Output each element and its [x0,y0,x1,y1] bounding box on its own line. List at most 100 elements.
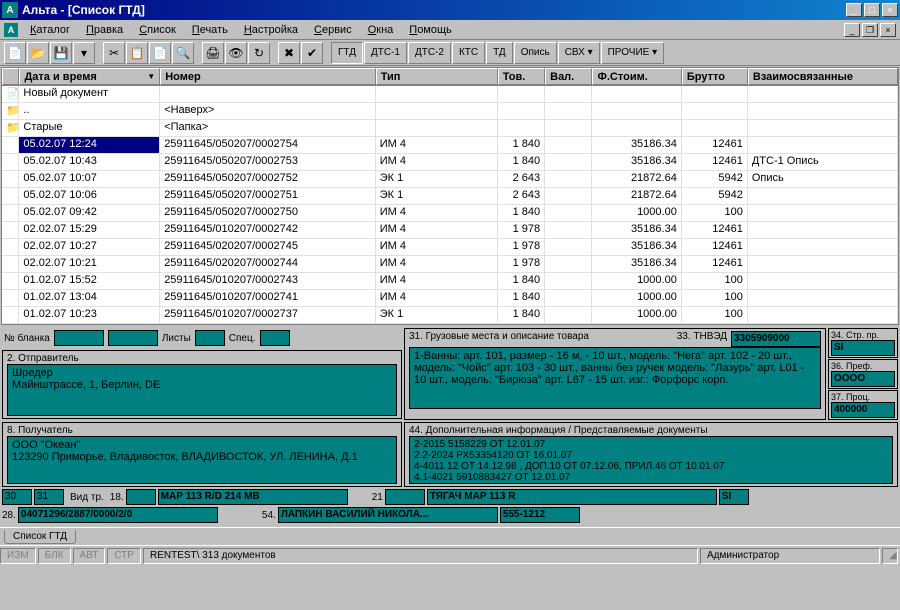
tnved-label: 33. ТНВЭД [677,331,727,347]
toolbtn-Опись[interactable]: Опись [514,42,557,64]
spec-field[interactable] [260,330,290,346]
menu-печать[interactable]: Печать [184,22,236,38]
menubar: А КаталогПравкаСписокПечатьНастройкаСерв… [0,20,900,40]
table-row[interactable]: 📄Новый документ [2,86,898,103]
goods-box: 31. Грузовые места и описание товара 33.… [404,328,826,420]
recipient-value[interactable]: ООО "Океан" 123290 Приморье, Владивосток… [7,436,397,484]
status-ИЗМ: ИЗМ [0,548,36,564]
table-row[interactable]: 02.02.07 10:2725911645/020207/0002745ИМ … [2,239,898,256]
toolbtn-ТД[interactable]: ТД [486,42,513,64]
pref-value[interactable]: ОООО [831,371,895,387]
table-row[interactable]: 05.02.07 10:0625911645/050207/0002751ЭК … [2,188,898,205]
up-icon: 📁 [6,105,19,117]
mdi-minimize-button[interactable]: _ [844,23,860,37]
save-icon[interactable]: 💾 [50,42,72,64]
table-row[interactable]: 01.02.07 15:5225911645/010207/0002743ИМ … [2,273,898,290]
resize-grip[interactable]: ◢ [882,548,898,564]
toolbtn-ДТС-1[interactable]: ДТС-1 [364,42,407,64]
blank-field-2[interactable] [108,330,158,346]
find-icon[interactable]: 🔍 [172,42,194,64]
col-1[interactable]: Дата и время▼ [19,68,160,85]
field-18-value[interactable]: МАР 113 R/D 214 МВ [158,489,348,505]
mdi-restore-button[interactable]: ❐ [862,23,878,37]
minimize-button[interactable]: _ [846,3,862,17]
refresh-icon[interactable]: ↻ [248,42,270,64]
menu-каталог[interactable]: Каталог [22,22,78,38]
menu-помощь[interactable]: Помощь [401,22,460,38]
sheets-label: Листы [162,333,191,344]
preview-icon[interactable]: 👁 [225,42,247,64]
field-54-name[interactable]: ЛАПКИН ВАСИЛИЙ НИКОЛА... [278,507,498,523]
toolbtn-ГТД[interactable]: ГТД [331,42,363,64]
col-2[interactable]: Номер [160,68,375,85]
delete-icon[interactable]: ✖ [278,42,300,64]
close-button[interactable]: × [882,3,898,17]
app-icon: А [2,2,18,18]
menu-сервис[interactable]: Сервис [306,22,360,38]
table-row[interactable]: 02.02.07 10:2125911645/020207/0002744ИМ … [2,256,898,273]
menu-правка[interactable]: Правка [78,22,131,38]
blank-label: № бланка [4,333,50,344]
table-row[interactable]: 01.02.07 10:2325911645/010207/0002737ЭК … [2,307,898,324]
field-54-phone[interactable]: 555-1212 [500,507,580,523]
country-box: 34. Стр. пр.SI [828,328,898,358]
print-icon[interactable]: 🖨 [202,42,224,64]
grid-header: Дата и время▼НомерТипТов.Вал.Ф.Стоим.Бру… [2,68,898,86]
toolbtn-КТС[interactable]: КТС [452,42,485,64]
field-21a[interactable] [385,489,425,505]
menu-настройка[interactable]: Настройка [236,22,306,38]
table-row[interactable]: 📁..<Наверх> [2,103,898,120]
toolbtn-ПРОЧИЕ ▾[interactable]: ПРОЧИЕ ▾ [601,42,665,64]
table-row[interactable]: 05.02.07 12:2425911645/050207/0002754ИМ … [2,137,898,154]
field-21-value[interactable]: ТЯГАЧ МАР 113 R [427,489,717,505]
menu-список[interactable]: Список [131,22,184,38]
mdi-icon[interactable]: А [4,23,18,37]
field-18a[interactable] [126,489,156,505]
vid-label: Вид тр. [70,492,104,503]
recipient-box: 8. Получатель ООО "Океан" 123290 Приморь… [2,422,402,487]
proc-value[interactable]: 400000 [831,402,895,418]
cut-icon[interactable]: ✂ [103,42,125,64]
check-icon[interactable]: ✔ [301,42,323,64]
titlebar: А Альта - [Список ГТД] _ □ × [0,0,900,20]
addinfo-value[interactable]: 2-2015 5158229 ОТ 12.01.07 2.2-2024 РХ53… [409,436,893,484]
table-row[interactable]: 02.02.07 15:2925911645/010207/0002742ИМ … [2,222,898,239]
data-grid[interactable]: Дата и время▼НомерТипТов.Вал.Ф.Стоим.Бру… [1,67,899,325]
copy-icon[interactable]: 📋 [126,42,148,64]
col-0[interactable] [2,68,19,85]
sheets-field[interactable] [195,330,225,346]
sender-value[interactable]: Шредер Майнштрассе, 1, Берлин, DE [7,364,397,416]
field-31[interactable]: 31 [34,489,64,505]
open-icon[interactable]: 📂 [27,42,49,64]
label-18: 18. [110,492,124,503]
col-4[interactable]: Тов. [498,68,545,85]
toolbtn-СВХ ▾[interactable]: СВХ ▾ [558,42,600,64]
table-row[interactable]: 📁Старые<Папка> [2,120,898,137]
mdi-close-button[interactable]: × [880,23,896,37]
tab-list[interactable]: Список ГТД [4,530,76,544]
label-28: 28. [2,510,16,521]
col-8[interactable]: Взаимосвязанные [748,68,898,85]
paste-icon[interactable]: 📄 [149,42,171,64]
new-icon[interactable]: 📄 [4,42,26,64]
col-7[interactable]: Брутто [682,68,748,85]
table-row[interactable]: 01.02.07 13:0425911645/010207/0002741ИМ … [2,290,898,307]
field-28-value[interactable]: 04071296/2887/0000/2/0 [18,507,218,523]
country-value[interactable]: SI [831,340,895,356]
col-3[interactable]: Тип [376,68,498,85]
goods-value[interactable]: 1-Ванны: арт. 101, размер - 16 м, - 10 ш… [409,347,821,409]
blank-field[interactable] [54,330,104,346]
table-row[interactable]: 05.02.07 09:4225911645/050207/0002750ИМ … [2,205,898,222]
tnved-value[interactable]: 3305909000 [731,331,821,347]
toolbtn-ДТС-2[interactable]: ДТС-2 [408,42,451,64]
col-5[interactable]: Вал. [545,68,592,85]
maximize-button[interactable]: □ [864,3,880,17]
save-dropdown-icon[interactable]: ▾ [73,42,95,64]
statusbar: ИЗМБЛКАВТСТР RENTEST\ 313 документов Адм… [0,545,900,565]
table-row[interactable]: 05.02.07 10:4325911645/050207/0002753ИМ … [2,154,898,171]
menu-окна[interactable]: Окна [360,22,402,38]
field-si[interactable]: SI [719,489,749,505]
col-6[interactable]: Ф.Стоим. [592,68,681,85]
table-row[interactable]: 05.02.07 10:0725911645/050207/0002752ЭК … [2,171,898,188]
field-30[interactable]: 30 [2,489,32,505]
